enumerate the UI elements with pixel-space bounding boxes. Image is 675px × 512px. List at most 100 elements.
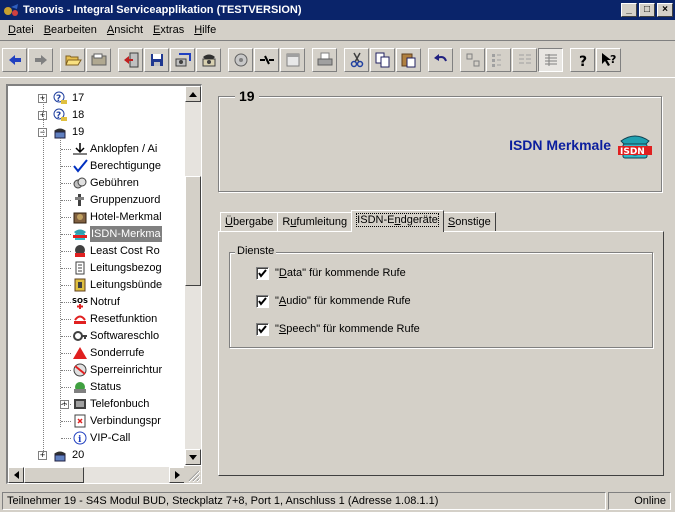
menu-ansicht[interactable]: Ansicht — [103, 24, 149, 36]
menu-datei[interactable]: Datei — [4, 24, 40, 36]
tab-mnemonic: Ü — [225, 216, 233, 228]
scroll-down-button[interactable] — [185, 449, 201, 465]
label-mnemonic: D — [278, 267, 287, 279]
context-help-button[interactable]: ? — [596, 48, 621, 72]
checkbox-speech[interactable]: "Speech" für kommende Rufe — [256, 321, 420, 337]
dial-button[interactable] — [228, 48, 253, 72]
telephone-set-icon — [52, 448, 68, 462]
tree-item[interactable]: Berechtigunge — [8, 158, 184, 174]
tree-item[interactable]: Hotel-Merkmal — [8, 209, 184, 225]
checkbox-box[interactable] — [256, 294, 269, 308]
toolbar: ? ? — [0, 40, 675, 78]
checkmark-icon — [258, 324, 267, 334]
menu-extras[interactable]: Extras — [149, 24, 190, 36]
label-rest: peech" für kommende Rufe — [286, 323, 420, 335]
checkbox-data[interactable]: "Data" für kommende Rufe — [256, 265, 406, 281]
menu-label: ilfe — [202, 24, 217, 36]
tree-item[interactable]: Status — [8, 379, 184, 395]
menu-bearbeiten[interactable]: Bearbeiten — [40, 24, 103, 36]
calendar-button[interactable] — [280, 48, 305, 72]
scroll-thumb-horizontal[interactable] — [24, 467, 84, 483]
page-title: ISDN Merkmale — [509, 137, 611, 153]
checkmark-icon — [258, 268, 267, 278]
tree-item[interactable]: SOS Notruf — [8, 294, 184, 310]
tree-item-label: Leitungsbezog — [90, 262, 162, 274]
tree-item[interactable]: Leitungsbünde — [8, 277, 184, 293]
svg-text:ISDN: ISDN — [620, 147, 645, 157]
tree-item[interactable]: Sperreinrichtur — [8, 362, 184, 378]
scroll-thumb[interactable] — [185, 176, 201, 286]
tree-item[interactable]: Resetfunktion — [8, 311, 184, 327]
tree-item[interactable]: Anklopfen / Ai — [8, 141, 184, 157]
tree-item[interactable]: Least Cost Ro — [8, 243, 184, 259]
scroll-left-button[interactable] — [8, 467, 24, 483]
print-button[interactable] — [312, 48, 337, 72]
navigation-tree[interactable]: +? 17 +? 18−19 Anklopfen / Ai Berechtigunge Ge… — [6, 84, 202, 484]
folder-button[interactable] — [86, 48, 111, 72]
telephone-button[interactable] — [196, 48, 221, 72]
tab-isdn-endgeraete[interactable]: ISDN-Endgeräte — [351, 210, 444, 232]
large-icons-button[interactable] — [460, 48, 485, 72]
tab-rufumleitung[interactable]: Rufumleitung — [277, 212, 353, 232]
copy-pbx-button[interactable] — [170, 48, 195, 72]
tree-connector — [61, 438, 71, 439]
exit-button[interactable] — [118, 48, 143, 72]
open-button[interactable] — [60, 48, 85, 72]
menu-hilfe[interactable]: Hilfe — [190, 24, 222, 36]
tree-item[interactable]: Sonderrufe — [8, 345, 184, 361]
list-view-button[interactable] — [512, 48, 537, 72]
tree-item[interactable]: Gruppenzuord — [8, 192, 184, 208]
back-button[interactable] — [2, 48, 27, 72]
tab-uebergabe[interactable]: Übergabe — [220, 212, 279, 232]
checkbox-box[interactable] — [256, 322, 269, 336]
scroll-right-button[interactable] — [169, 467, 185, 483]
tree-item[interactable]: + Telefonbuch — [8, 396, 184, 412]
copy-pbx-icon — [175, 53, 191, 67]
paste-button[interactable] — [396, 48, 421, 72]
isdn-icon — [72, 227, 88, 241]
tree-item[interactable]: ISDN-Merkma — [8, 226, 184, 242]
cut-button[interactable] — [344, 48, 369, 72]
tree-connector — [61, 149, 71, 150]
dienste-group: Dienste "Data" für kommende Rufe "Audio"… — [229, 245, 653, 348]
tree-connector — [61, 234, 71, 235]
question-icon: ? — [52, 108, 68, 122]
undo-button[interactable] — [428, 48, 453, 72]
tree-item[interactable]: +? 17 — [8, 90, 184, 106]
label-rest: udio" für kommende Rufe — [286, 295, 411, 307]
maximize-button[interactable]: □ — [639, 3, 655, 17]
tree-item[interactable]: −19 — [8, 124, 184, 140]
copy-button[interactable] — [370, 48, 395, 72]
tree-vertical-scrollbar[interactable] — [185, 86, 201, 465]
question-icon: ? — [52, 91, 68, 105]
menu-label: nsicht — [114, 24, 144, 36]
context-help-icon: ? — [601, 53, 616, 66]
help-button[interactable]: ? — [570, 48, 595, 72]
tree-horizontal-scrollbar[interactable] — [8, 467, 185, 483]
tree-item[interactable]: +20 — [8, 447, 184, 463]
small-icons-button[interactable] — [486, 48, 511, 72]
tree-item[interactable]: Verbindungspr — [8, 413, 184, 429]
forward-button[interactable] — [28, 48, 53, 72]
tree-item-label: Anklopfen / Ai — [90, 143, 158, 155]
scroll-up-button[interactable] — [185, 86, 201, 102]
tree-item[interactable]: i VIP-Call — [8, 430, 184, 446]
size-grip-icon — [188, 470, 201, 483]
connect-button[interactable] — [254, 48, 279, 72]
tree-connector — [61, 285, 71, 286]
minimize-button[interactable]: _ — [621, 3, 637, 17]
tree-item[interactable]: +? 18 — [8, 107, 184, 123]
checkbox-audio[interactable]: "Audio" für kommende Rufe — [256, 293, 411, 309]
close-button[interactable]: × — [657, 3, 673, 17]
details-view-button[interactable] — [538, 48, 563, 72]
size-grip[interactable] — [184, 466, 201, 483]
tree-item[interactable]: Leitungsbezog — [8, 260, 184, 276]
tree-item[interactable]: Softwareschlo — [8, 328, 184, 344]
connection-status: Online — [608, 492, 671, 510]
line-bundle-icon — [72, 278, 88, 292]
tab-sonstige[interactable]: Sonstige — [442, 212, 496, 232]
checkbox-box[interactable] — [256, 266, 269, 280]
tree-item[interactable]: Gebühren — [8, 175, 184, 191]
save-button[interactable] — [144, 48, 169, 72]
app-icon — [4, 4, 18, 16]
